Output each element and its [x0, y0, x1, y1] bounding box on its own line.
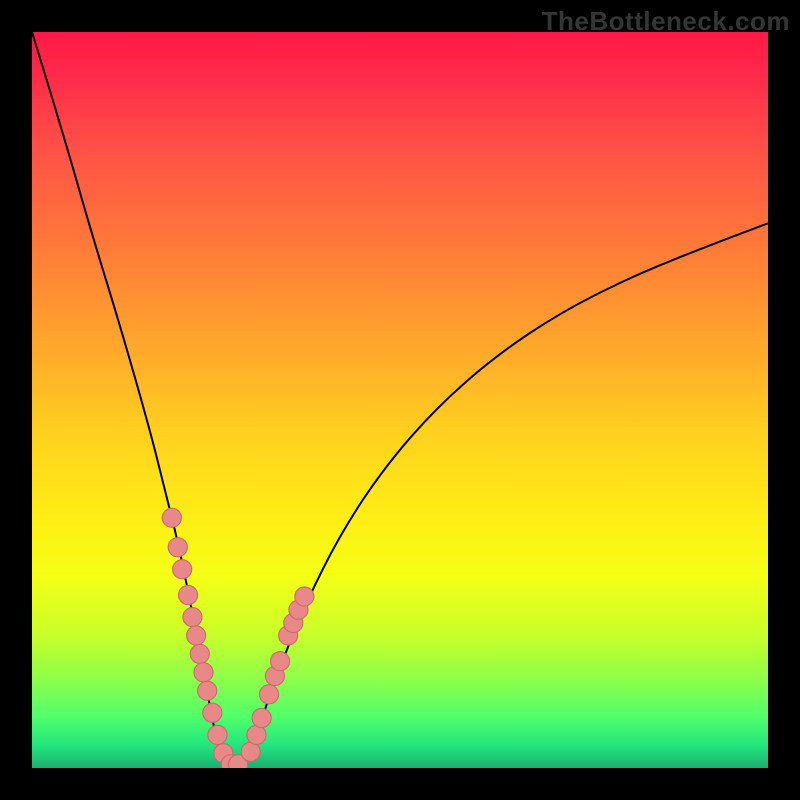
- marker-point: [190, 644, 209, 663]
- plot-area: [32, 32, 768, 768]
- marker-point: [259, 685, 278, 704]
- marker-point: [295, 587, 314, 606]
- marker-point: [194, 663, 213, 682]
- marker-point: [241, 742, 260, 761]
- marker-point: [168, 538, 187, 557]
- bottleneck-curve: [32, 32, 768, 768]
- marker-point: [247, 725, 266, 744]
- marker-point: [203, 703, 222, 722]
- marker-point: [208, 725, 227, 744]
- curve-layer: [32, 32, 768, 768]
- marker-point: [178, 585, 197, 604]
- chart-frame: TheBottleneck.com: [0, 0, 800, 800]
- marker-point: [183, 608, 202, 627]
- watermark-text: TheBottleneck.com: [542, 6, 790, 37]
- marker-point: [173, 560, 192, 579]
- marker-point: [187, 626, 206, 645]
- marker-point: [270, 652, 289, 671]
- highlight-markers: [162, 508, 314, 768]
- marker-point: [198, 681, 217, 700]
- marker-point: [252, 708, 271, 727]
- marker-point: [162, 508, 181, 527]
